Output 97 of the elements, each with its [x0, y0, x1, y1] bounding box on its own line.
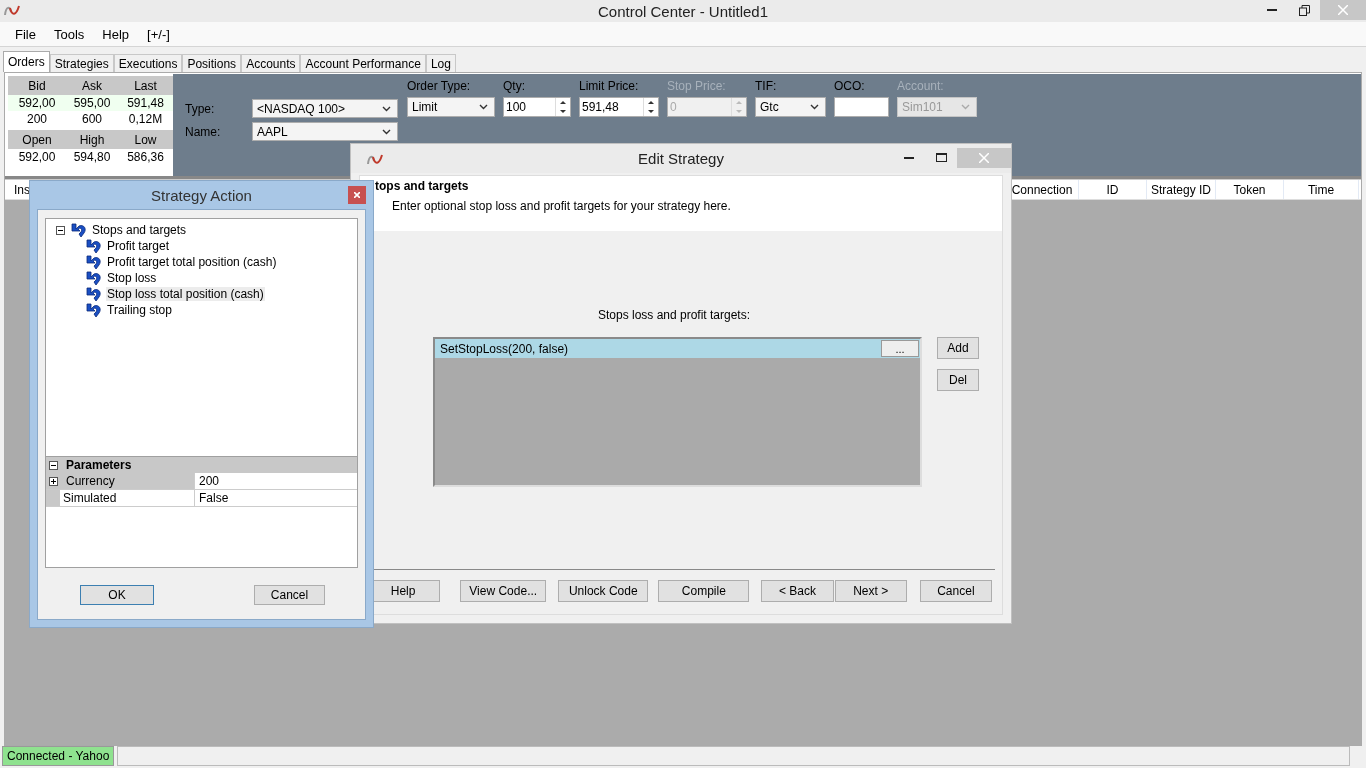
quote-value: 595,00 — [66, 95, 118, 111]
quote-value: 586,36 — [126, 149, 165, 165]
list-label: Stops loss and profit targets: — [597, 308, 751, 322]
curved-arrow-icon — [86, 286, 102, 302]
tab[interactable]: Positions — [182, 54, 242, 72]
menu-item[interactable]: [+/-] — [138, 26, 179, 42]
quote-value: 592,00 — [17, 149, 57, 165]
quote-value: 600 — [81, 111, 103, 127]
curved-arrow-icon — [86, 302, 102, 318]
curved-arrow-icon — [86, 270, 102, 286]
curved-arrow-icon — [86, 254, 102, 270]
quote-value: 594,80 — [72, 149, 112, 165]
collapse-icon[interactable] — [49, 460, 58, 470]
section-description: Enter optional stop loss and profit targets for your strategy here. — [391, 198, 732, 213]
dialog-button[interactable]: OK — [80, 585, 154, 605]
window-title: Control Center - Untitled1 — [597, 2, 769, 20]
curved-arrow-icon — [71, 222, 87, 238]
collapse-icon[interactable] — [56, 225, 65, 235]
tab[interactable]: Account Performance — [300, 54, 426, 72]
tree-item[interactable]: Stop loss — [106, 271, 158, 285]
section-heading: tops and targets — [375, 179, 470, 193]
dialog-title: Edit Strategy — [638, 150, 724, 167]
tab[interactable]: Executions — [113, 54, 183, 72]
item-text: SetStopLoss(200, false) — [439, 341, 570, 356]
minimize-icon — [904, 156, 914, 159]
restore-icon — [1298, 4, 1310, 16]
field-label: Stop Price: — [667, 79, 727, 93]
column-header[interactable]: ID — [1079, 180, 1147, 199]
field-label: Limit Price: — [579, 79, 640, 93]
column-header: Last — [133, 78, 158, 93]
category-label: Parameters — [66, 458, 132, 472]
tree-item[interactable]: Stops and targets — [91, 223, 188, 237]
close-button[interactable] — [348, 186, 366, 204]
column-header[interactable]: Time — [1284, 180, 1359, 199]
tree-item[interactable]: Trailing stop — [106, 303, 173, 317]
input-field[interactable] — [834, 97, 889, 117]
menu-item[interactable]: Help — [93, 26, 139, 42]
quote-value: 0,12M — [127, 111, 164, 127]
field-label: Name: — [185, 123, 222, 141]
dialog-button[interactable]: Cancel — [919, 580, 992, 602]
list-item[interactable]: SetStopLoss(200, false) ... — [435, 339, 920, 358]
dropdown[interactable]: <NASDAQ 100> — [252, 99, 398, 118]
quote-value: 200 — [26, 111, 48, 127]
logo-icon — [4, 3, 20, 16]
column-header: High — [78, 132, 106, 147]
curved-arrow-icon — [86, 238, 102, 254]
dialog-button[interactable]: Compile — [658, 580, 750, 602]
dialog-button[interactable]: Cancel — [254, 585, 325, 605]
tab[interactable]: Orders — [3, 51, 50, 72]
close-icon — [354, 192, 360, 198]
field-label: OCO: — [834, 79, 866, 93]
menu-item[interactable]: Tools — [44, 26, 94, 42]
quote-value: 592,00 — [8, 95, 66, 111]
column-header: Ask — [81, 78, 103, 93]
column-header: Low — [133, 132, 158, 147]
dropdown[interactable]: Limit — [407, 97, 495, 117]
edit-button[interactable]: ... — [881, 340, 919, 357]
tab[interactable]: Log — [425, 54, 456, 72]
logo-icon — [367, 152, 383, 165]
property-label: Simulated — [63, 491, 117, 505]
dialog-button[interactable]: Unlock Code — [558, 580, 649, 602]
dialog-button[interactable]: View Code... — [460, 580, 547, 602]
list-box[interactable]: SetStopLoss(200, false) ... — [433, 337, 922, 487]
tree-item[interactable]: Profit target total position (cash) — [106, 255, 278, 269]
close-icon — [979, 152, 989, 163]
dialog-button[interactable]: Next > — [834, 580, 907, 602]
column-header: Bid — [27, 78, 47, 93]
close-icon — [1338, 5, 1348, 15]
property-value[interactable]: False — [194, 490, 357, 506]
field-label: TIF: — [755, 79, 778, 93]
column-header[interactable]: Strategy ID — [1147, 180, 1216, 199]
tab[interactable]: Strategies — [49, 54, 114, 72]
action-button[interactable]: Add — [937, 337, 979, 359]
action-button[interactable]: Del — [937, 369, 979, 391]
property-value[interactable]: 200 — [194, 473, 357, 489]
tree-item[interactable]: Stop loss total position (cash) — [106, 287, 265, 301]
quote-value: 591,48 — [118, 95, 173, 111]
field-label: Account: — [897, 79, 945, 93]
tab[interactable]: Accounts — [241, 54, 301, 72]
property-label: Currency — [66, 474, 115, 488]
minimize-icon — [1267, 9, 1277, 11]
field-label: Order Type: — [407, 79, 472, 93]
column-header: Open — [21, 132, 53, 147]
field-label: Qty: — [503, 79, 526, 93]
column-header[interactable]: Token — [1216, 180, 1284, 199]
connection-status: Connected - Yahoo — [2, 746, 115, 766]
maximize-icon — [935, 153, 947, 162]
dropdown[interactable]: AAPL — [252, 122, 398, 141]
dialog-title: Strategy Action — [151, 186, 252, 204]
tree-item[interactable]: Profit target — [106, 239, 171, 253]
dropdown[interactable]: Gtc — [755, 97, 826, 117]
spinner-field[interactable]: 591,48 — [579, 97, 659, 117]
expand-icon[interactable] — [49, 476, 58, 486]
field-label: Type: — [185, 100, 216, 118]
dialog-button[interactable]: < Back — [761, 580, 834, 602]
menu-item[interactable]: File — [6, 26, 45, 42]
spinner-field[interactable]: 100 — [503, 97, 571, 117]
